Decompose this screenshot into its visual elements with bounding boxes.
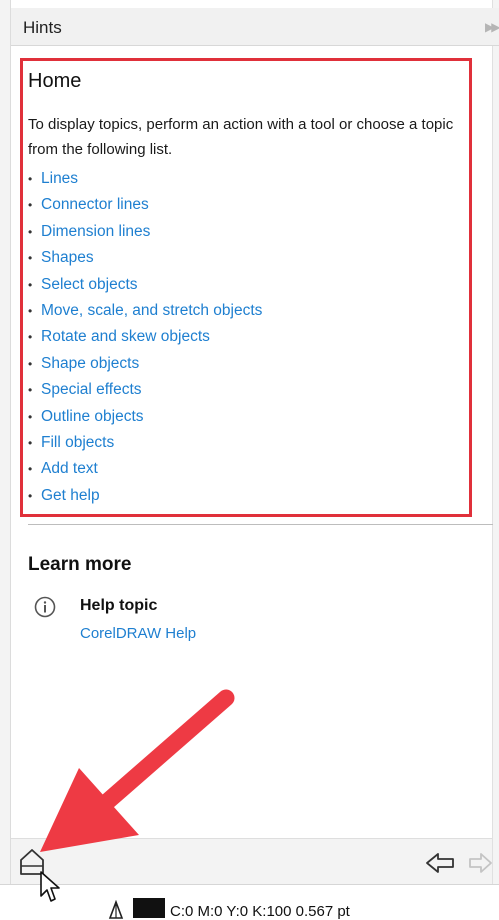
bullet: • — [28, 251, 33, 265]
outline-color-swatch[interactable] — [133, 898, 165, 918]
topic-link-lines[interactable]: Lines — [41, 170, 78, 187]
collapse-icon[interactable]: ▶▶ — [485, 20, 499, 34]
mouse-cursor-icon — [40, 871, 60, 902]
scrollbar-track[interactable] — [492, 0, 499, 918]
topic-link-connector-lines[interactable]: Connector lines — [41, 196, 149, 213]
topic-item: • Select objects — [28, 274, 138, 296]
bullet: • — [28, 489, 33, 503]
bullet: • — [28, 304, 33, 318]
topic-link-get-help[interactable]: Get help — [41, 487, 100, 504]
pen-outline-icon — [108, 900, 124, 919]
topic-item: • Shape objects — [28, 353, 139, 375]
topic-link-select-objects[interactable]: Select objects — [41, 276, 138, 293]
docker-titlebar: Hints ▶▶ — [11, 8, 499, 46]
docker-title: Hints — [23, 18, 62, 37]
topic-link-fill-objects[interactable]: Fill objects — [41, 434, 114, 451]
topic-item: • Connector lines — [28, 194, 149, 216]
home-heading: Home — [28, 70, 82, 92]
coreldraw-help-link[interactable]: CorelDRAW Help — [80, 625, 196, 642]
intro-text: To display topics, perform an action wit… — [28, 116, 454, 158]
topic-item: • Lines — [28, 168, 78, 190]
bullet: • — [28, 198, 33, 212]
learn-more-heading: Learn more — [28, 554, 132, 575]
bullet: • — [28, 225, 33, 239]
back-arrow-icon[interactable] — [424, 851, 456, 875]
topic-link-shape-objects[interactable]: Shape objects — [41, 355, 139, 372]
bullet: • — [28, 172, 33, 186]
outline-status-text: C:0 M:0 Y:0 K:100 0.567 pt — [170, 903, 350, 920]
info-icon — [34, 596, 56, 618]
topic-item: • Fill objects — [28, 432, 114, 454]
bullet: • — [28, 330, 33, 344]
topic-link-outline-objects[interactable]: Outline objects — [41, 408, 144, 425]
bullet: • — [28, 357, 33, 371]
topic-link-add-text[interactable]: Add text — [41, 460, 98, 477]
topic-item: • Rotate and skew objects — [28, 326, 210, 348]
section-divider — [28, 524, 493, 525]
bullet: • — [28, 436, 33, 450]
bullet: • — [28, 462, 33, 476]
topic-link-move-scale-stretch[interactable]: Move, scale, and stretch objects — [41, 302, 262, 319]
topic-link-dimension-lines[interactable]: Dimension lines — [41, 223, 150, 240]
help-topic-label: Help topic — [80, 597, 158, 614]
topic-item: • Dimension lines — [28, 221, 150, 243]
topic-item: • Add text — [28, 458, 98, 480]
topic-link-rotate-skew[interactable]: Rotate and skew objects — [41, 328, 210, 345]
topic-item: • Special effects — [28, 379, 142, 401]
bullet: • — [28, 383, 33, 397]
topic-link-special-effects[interactable]: Special effects — [41, 381, 142, 398]
left-dock-strip — [0, 0, 11, 918]
topic-item: • Outline objects — [28, 406, 144, 428]
topic-item: • Move, scale, and stretch objects — [28, 300, 262, 322]
topic-item: • Get help — [28, 485, 100, 507]
topic-link-shapes[interactable]: Shapes — [41, 249, 94, 266]
forward-arrow-icon[interactable] — [468, 851, 494, 875]
navigation-bar — [11, 838, 492, 885]
bullet: • — [28, 410, 33, 424]
topic-item: • Shapes — [28, 247, 94, 269]
bullet: • — [28, 278, 33, 292]
